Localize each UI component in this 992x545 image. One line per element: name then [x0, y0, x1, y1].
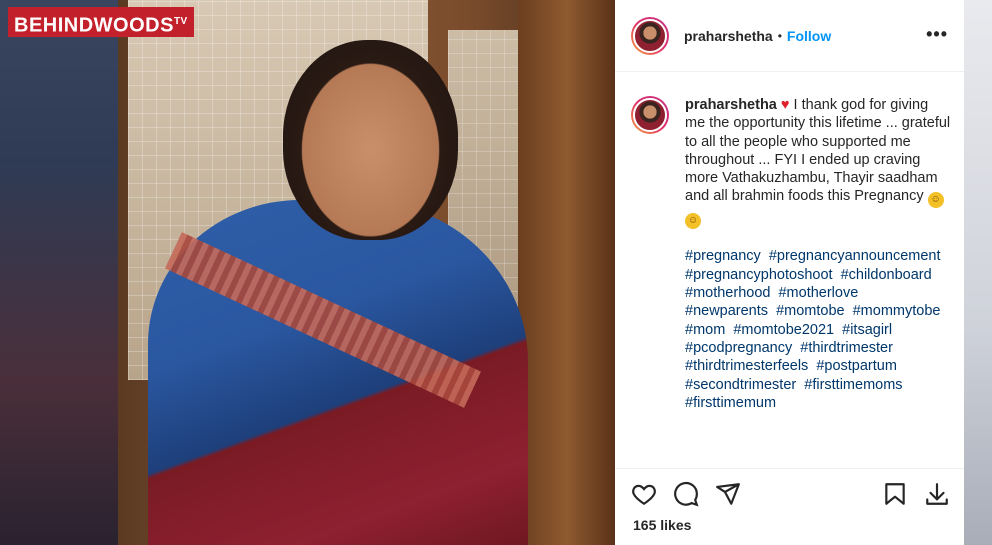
comment-icon[interactable] — [673, 481, 699, 507]
post-header: praharshetha • Follow ••• — [615, 0, 964, 72]
hashtag-link[interactable]: #motherhood — [685, 285, 770, 301]
background-door — [518, 0, 615, 545]
hashtag-link[interactable]: #momtobe2021 — [733, 322, 834, 338]
hashtag-link[interactable]: #newparents — [685, 303, 768, 319]
laughing-emoji-icon: ☺ — [927, 192, 944, 209]
instagram-post-panel: praharshetha • Follow ••• praharshetha ♥… — [615, 0, 964, 545]
laughing-emoji-icon: ☺ — [685, 213, 701, 230]
caption-block: praharshetha ♥ I thank god for giving me… — [631, 96, 951, 412]
follow-button[interactable]: Follow — [787, 28, 831, 44]
caption-avatar[interactable] — [631, 96, 669, 134]
channel-logo-tm: TV — [173, 16, 188, 27]
caption-body: I thank god for giving me the opportunit… — [685, 97, 951, 205]
hashtag-link[interactable]: #mom — [685, 322, 725, 338]
separator-dot: • — [777, 28, 782, 43]
bookmark-icon[interactable] — [882, 481, 908, 507]
hashtag-link[interactable]: #thirdtrimesterfeels — [685, 358, 808, 374]
post-actions: 165 likes — [615, 468, 964, 545]
share-icon[interactable] — [715, 481, 741, 507]
hashtag-link[interactable]: #postpartum — [816, 358, 897, 374]
hashtag-link[interactable]: #motherlove — [778, 285, 858, 301]
likes-count[interactable]: 165 likes — [633, 517, 691, 533]
post-photo — [118, 0, 615, 545]
caption-text: praharshetha ♥ I thank god for giving me… — [685, 96, 951, 230]
heart-emoji-icon: ♥ — [780, 97, 790, 113]
hashtag-link[interactable]: #pregnancy — [685, 248, 761, 264]
hashtag-link[interactable]: #firsttimemum — [685, 395, 776, 411]
download-icon[interactable] — [924, 481, 950, 507]
hashtag-link[interactable]: #childonboard — [841, 267, 932, 283]
caption-username[interactable]: praharshetha — [685, 97, 777, 113]
hashtag-link[interactable]: #mommytobe — [853, 303, 941, 319]
hashtag-link[interactable]: #pregnancyannouncement — [769, 248, 941, 264]
channel-logo-text: BEHINDWOODS — [14, 14, 174, 37]
hashtag-link[interactable]: #pcodpregnancy — [685, 340, 792, 356]
hashtag-link[interactable]: #secondtrimester — [685, 377, 796, 393]
hashtag-link[interactable]: #itsagirl — [842, 322, 892, 338]
heart-outline-icon[interactable] — [631, 481, 657, 507]
avatar[interactable] — [631, 16, 669, 55]
hashtag-link[interactable]: #firsttimemoms — [804, 377, 902, 393]
hashtag-link[interactable]: #thirdtrimester — [800, 340, 893, 356]
video-background-left — [0, 0, 118, 545]
person-head — [283, 40, 458, 240]
video-background-right — [964, 0, 992, 545]
username-link[interactable]: praharshetha — [684, 28, 773, 44]
hashtag-list: #pregnancy #pregnancyannouncement #pregn… — [685, 247, 951, 412]
hashtag-link[interactable]: #momtobe — [776, 303, 845, 319]
hashtag-link[interactable]: #pregnancyphotoshoot — [685, 267, 833, 283]
more-options-icon[interactable]: ••• — [926, 25, 948, 43]
channel-logo: BEHINDWOODSTV — [8, 7, 194, 37]
